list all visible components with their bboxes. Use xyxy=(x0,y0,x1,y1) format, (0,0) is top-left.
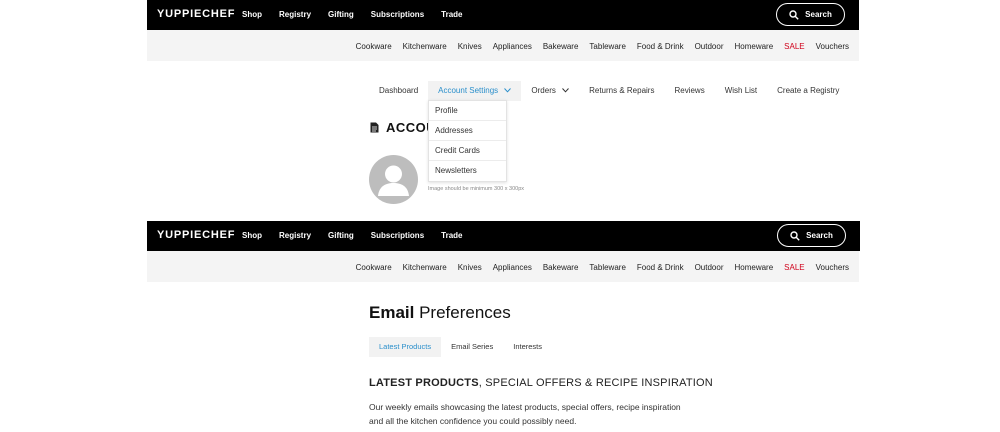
cat-outdoor[interactable]: Outdoor xyxy=(695,42,724,51)
tab-email-series[interactable]: Email Series xyxy=(441,337,503,357)
search-label: Search xyxy=(805,10,832,19)
account-nav-wishlist[interactable]: Wish List xyxy=(715,81,767,101)
preference-tabs: Latest Products Email Series Interests xyxy=(369,337,552,357)
cat-bakeware[interactable]: Bakeware xyxy=(543,263,579,272)
section-bold: LATEST PRODUCTS xyxy=(369,377,479,389)
tab-latest-products[interactable]: Latest Products xyxy=(369,337,442,357)
cat-knives[interactable]: Knives xyxy=(458,42,482,51)
account-settings-screen: YUPPIECHEF Shop Registry Gifting Subscri… xyxy=(147,0,859,210)
account-nav-reviews[interactable]: Reviews xyxy=(664,81,714,101)
cat-tableware[interactable]: Tableware xyxy=(589,42,625,51)
title-bold: Email xyxy=(369,303,415,322)
main-nav: Shop Registry Gifting Subscriptions Trad… xyxy=(242,10,479,19)
search-button[interactable]: Search xyxy=(776,3,845,26)
dropdown-newsletters[interactable]: Newsletters xyxy=(429,161,506,181)
search-icon xyxy=(790,230,800,241)
cat-knives[interactable]: Knives xyxy=(458,263,482,272)
account-nav-dashboard[interactable]: Dashboard xyxy=(369,81,428,101)
nav-trade[interactable]: Trade xyxy=(441,231,462,240)
dropdown-credit-cards[interactable]: Credit Cards xyxy=(429,141,506,161)
page-title: Email Preferences xyxy=(369,303,511,323)
main-nav: Shop Registry Gifting Subscriptions Trad… xyxy=(242,231,479,240)
section-rest: , SPECIAL OFFERS & RECIPE INSPIRATION xyxy=(478,377,713,389)
cat-homeware[interactable]: Homeware xyxy=(734,263,773,272)
search-label: Search xyxy=(806,231,833,240)
nav-subscriptions[interactable]: Subscriptions xyxy=(371,231,424,240)
dropdown-profile[interactable]: Profile xyxy=(429,101,506,121)
top-navbar: YUPPIECHEF Shop Registry Gifting Subscri… xyxy=(147,221,860,251)
nav-trade[interactable]: Trade xyxy=(441,10,462,19)
tab-interests[interactable]: Interests xyxy=(503,337,552,357)
cat-cookware[interactable]: Cookware xyxy=(356,263,392,272)
search-icon xyxy=(789,9,799,20)
top-navbar: YUPPIECHEF Shop Registry Gifting Subscri… xyxy=(147,0,859,30)
search-button[interactable]: Search xyxy=(777,224,846,247)
account-nav-returns[interactable]: Returns & Repairs xyxy=(579,81,664,101)
nav-shop[interactable]: Shop xyxy=(242,231,262,240)
cat-kitchenware[interactable]: Kitchenware xyxy=(403,263,447,272)
nav-registry[interactable]: Registry xyxy=(279,10,311,19)
logo[interactable]: YUPPIECHEF xyxy=(157,229,235,241)
account-nav: Dashboard Account Settings Orders Return… xyxy=(369,81,849,101)
nav-gifting[interactable]: Gifting xyxy=(328,231,354,240)
cat-sale[interactable]: SALE xyxy=(784,42,804,51)
cat-tableware[interactable]: Tableware xyxy=(589,263,625,272)
nav-shop[interactable]: Shop xyxy=(242,10,262,19)
cat-appliances[interactable]: Appliances xyxy=(493,263,532,272)
cat-appliances[interactable]: Appliances xyxy=(493,42,532,51)
cat-vouchers[interactable]: Vouchers xyxy=(816,263,849,272)
cat-cookware[interactable]: Cookware xyxy=(356,42,392,51)
section-description: Our weekly emails showcasing the latest … xyxy=(369,402,681,426)
cat-sale[interactable]: SALE xyxy=(784,263,804,272)
account-settings-label: Account Settings xyxy=(438,86,499,95)
logo[interactable]: YUPPIECHEF xyxy=(157,8,235,20)
nav-gifting[interactable]: Gifting xyxy=(328,10,354,19)
image-hint: Image should be minimum 300 x 300px xyxy=(428,186,524,192)
cat-bakeware[interactable]: Bakeware xyxy=(543,42,579,51)
cat-outdoor[interactable]: Outdoor xyxy=(695,263,724,272)
account-nav-registry[interactable]: Create a Registry xyxy=(767,81,849,101)
nav-subscriptions[interactable]: Subscriptions xyxy=(371,10,424,19)
document-icon xyxy=(370,122,379,133)
cat-vouchers[interactable]: Vouchers xyxy=(816,42,849,51)
cat-food-drink[interactable]: Food & Drink xyxy=(637,263,684,272)
title-rest: Preferences xyxy=(414,303,511,322)
category-bar: Cookware Kitchenware Knives Appliances B… xyxy=(147,251,859,282)
account-settings-dropdown: Profile Addresses Credit Cards Newslette… xyxy=(428,100,507,182)
category-bar: Cookware Kitchenware Knives Appliances B… xyxy=(147,30,859,61)
account-nav-orders[interactable]: Orders xyxy=(521,81,579,101)
account-nav-settings[interactable]: Account Settings xyxy=(428,81,522,101)
email-preferences-screen: YUPPIECHEF Shop Registry Gifting Subscri… xyxy=(147,221,860,432)
nav-registry[interactable]: Registry xyxy=(279,231,311,240)
chevron-down-icon xyxy=(562,88,569,93)
user-icon xyxy=(378,165,409,196)
section-heading: LATEST PRODUCTS, SPECIAL OFFERS & RECIPE… xyxy=(369,377,713,389)
cat-kitchenware[interactable]: Kitchenware xyxy=(403,42,447,51)
cat-homeware[interactable]: Homeware xyxy=(734,42,773,51)
avatar[interactable] xyxy=(369,155,418,204)
orders-label: Orders xyxy=(531,86,556,95)
cat-food-drink[interactable]: Food & Drink xyxy=(637,42,684,51)
dropdown-addresses[interactable]: Addresses xyxy=(429,121,506,141)
chevron-down-icon xyxy=(504,88,512,93)
